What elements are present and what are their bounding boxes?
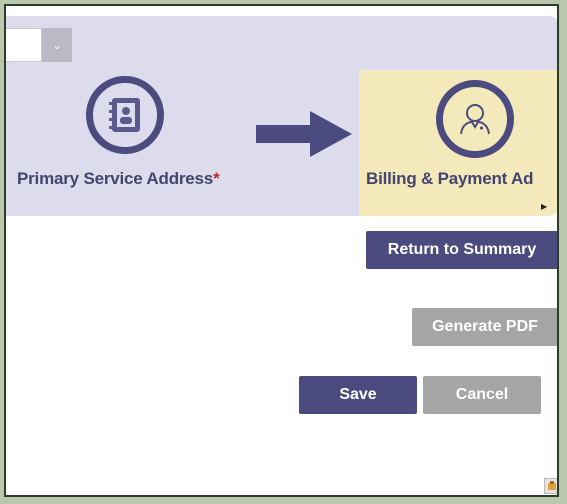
- scroll-right-icon[interactable]: ▶: [541, 202, 547, 211]
- save-button[interactable]: Save: [299, 376, 417, 414]
- step-label-primary: Primary Service Address*: [17, 169, 220, 188]
- cancel-button[interactable]: Cancel: [423, 376, 541, 414]
- user-icon: [436, 80, 514, 158]
- return-to-summary-button[interactable]: Return to Summary: [366, 231, 557, 269]
- required-indicator: *: [213, 169, 220, 188]
- main-panel: ⌄ Primary Service Address* Billing & Pay…: [4, 4, 559, 497]
- feedback-icon[interactable]: [544, 478, 557, 494]
- generate-pdf-button[interactable]: Generate PDF: [412, 308, 557, 346]
- progress-stepper: ⌄ Primary Service Address* Billing & Pay…: [6, 16, 557, 216]
- step-label-billing: Billing & Payment Ad: [366, 169, 534, 188]
- address-book-icon: [86, 76, 164, 154]
- step-select[interactable]: [6, 28, 42, 62]
- chevron-down-icon[interactable]: ⌄: [42, 28, 72, 62]
- arrow-right-icon: [256, 111, 352, 162]
